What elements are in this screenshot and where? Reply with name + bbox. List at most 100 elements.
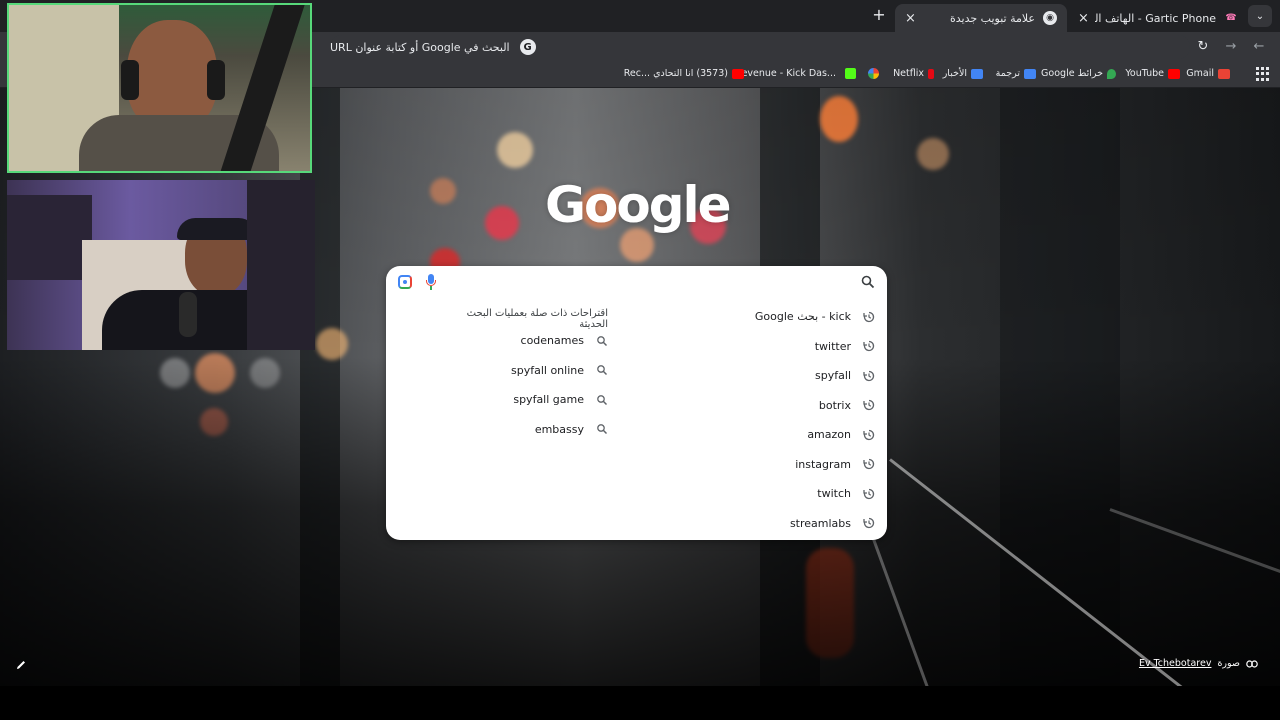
google-lens-icon[interactable] [398,275,412,289]
history-icon [863,311,875,322]
bookmark-youtube[interactable]: YouTube [1125,68,1180,79]
search-icon [861,275,875,289]
recent-search-item[interactable]: botrix [643,391,875,421]
recent-search-item[interactable]: instagram [643,450,875,480]
webcam-feed-2 [7,180,315,350]
related-searches-heading: اقتراحات ذات صلة بعمليات البحث الحديثة [466,308,608,330]
related-searches-list: اقتراحات ذات صلة بعمليات البحث الحديثة c… [442,302,608,444]
history-icon [863,341,875,352]
search-box [386,266,887,298]
tab-search-button[interactable]: ⌄ [1248,5,1272,27]
suggestion-text: botrix [818,398,851,412]
suggestion-text: spyfall game [513,393,584,407]
tab-gartic-phone[interactable]: ☎ Gartic Phone - الهاتف المكسور × [1068,4,1248,32]
gmail-icon [1218,68,1230,79]
history-icon [863,488,875,499]
address-bar[interactable]: G البحث في Google أو كتابة عنوان URL [330,35,1190,59]
suggestion-text: streamlabs [789,516,851,530]
screen: ☎ Gartic Phone - الهاتف المكسور × ◉ علام… [0,0,1280,720]
kick-icon [845,68,856,79]
google-logo: Google [545,176,732,234]
bookmark-youtube-video[interactable]: (3573) انا التحادي ...Rec [624,68,744,79]
suggestion-text: kick - بحث Google [754,310,851,324]
photo-credit-author[interactable]: Ev Tchebotarev [1139,658,1211,669]
bookmark-label: الأخبار [942,68,967,79]
recent-search-item[interactable]: twitter [643,332,875,362]
suggestion-text: spyfall online [511,363,584,377]
bookmark-label: Gmail [1186,68,1214,79]
netflix-icon [928,68,934,79]
bookmark-news[interactable]: الأخبار [943,68,983,79]
google-icon: G [519,39,536,55]
microphone-icon[interactable] [426,274,436,290]
tab-title: علامة تبويب جديدة [949,11,1035,25]
search-icon [597,394,608,405]
history-icon [863,370,875,381]
bookmark-label: (3573) انا التحادي ...Rec [623,68,728,79]
pencil-icon[interactable] [15,659,27,671]
maps-icon [1107,68,1116,79]
youtube-icon [1168,68,1180,79]
reload-button[interactable]: ↻ [1194,38,1212,56]
bottom-letterbox [0,686,1280,720]
bookmark-label: Netflix [893,68,924,79]
suggestion-text: instagram [795,457,851,471]
bookmark-kick-dashboard[interactable]: Revenue - Kick Das... [735,68,836,79]
recent-search-item[interactable]: streamlabs [643,509,875,539]
related-search-item[interactable]: embassy [442,415,608,445]
search-icon [597,335,608,346]
bookmark-label: ترجمة [995,68,1020,79]
recent-search-item[interactable]: twitch [643,479,875,509]
tab-new-tab[interactable]: ◉ علامة تبويب جديدة × [895,4,1067,32]
bookmark-maps[interactable]: خرائط Google [1041,68,1116,79]
recent-search-item[interactable]: spyfall [643,361,875,391]
bookmark-photos[interactable] [868,68,879,79]
new-tab-button[interactable]: + [870,6,888,24]
suggestion-text: embassy [534,422,584,436]
recent-searches-list: kick - بحث Google twitter spyfall botrix… [643,302,875,538]
related-search-item[interactable]: spyfall game [442,385,608,415]
history-icon [863,429,875,440]
close-tab-icon[interactable]: × [1078,11,1089,26]
tab-title: Gartic Phone - الهاتف المكسور [1095,11,1216,25]
history-icon [863,400,875,411]
suggestion-text: spyfall [815,369,851,383]
bookmark-netflix[interactable]: Netflix [893,68,934,79]
chrome-icon: ◉ [1043,11,1057,25]
link-icon [1246,659,1258,668]
related-search-item[interactable]: codenames [442,326,608,356]
news-icon [971,68,983,79]
youtube-icon [732,68,744,79]
bookmark-gmail[interactable]: Gmail [1186,68,1230,79]
photo-credit[interactable]: صورة Ev Tchebotarev [1139,658,1258,669]
bookmark-label: YouTube [1125,68,1164,79]
bookmark-kick[interactable] [845,68,856,79]
bookmark-translate[interactable]: ترجمة [996,68,1036,79]
forward-button[interactable]: → [1222,38,1240,56]
address-bar-placeholder: البحث في Google أو كتابة عنوان URL [330,40,510,54]
search-icon [597,365,608,376]
recent-search-item[interactable]: kick - بحث Google [643,302,875,332]
back-button[interactable]: ← [1250,38,1268,56]
search-input[interactable] [446,273,846,291]
search-dropdown-panel: kick - بحث Google twitter spyfall botrix… [386,266,887,540]
chevron-down-icon: ⌄ [1255,10,1265,22]
translate-icon [1024,68,1036,79]
bookmark-label: Revenue - Kick Das... [735,68,836,79]
suggestion-text: twitch [817,487,851,501]
suggestion-text: twitter [814,339,851,353]
history-icon [863,459,875,470]
suggestion-text: codenames [520,334,584,348]
recent-search-item[interactable]: amazon [643,420,875,450]
gartic-phone-icon: ☎ [1225,13,1237,23]
apps-grid-icon[interactable] [1256,67,1270,81]
bookmark-label: خرائط Google [1041,68,1103,79]
suggestion-text: amazon [807,428,851,442]
history-icon [863,518,875,529]
webcam-feed-1 [7,3,312,173]
photos-icon [868,68,879,79]
photo-credit-prefix: صورة [1217,658,1240,669]
search-icon [597,424,608,435]
close-tab-icon[interactable]: × [905,11,916,26]
related-search-item[interactable]: spyfall online [442,356,608,386]
